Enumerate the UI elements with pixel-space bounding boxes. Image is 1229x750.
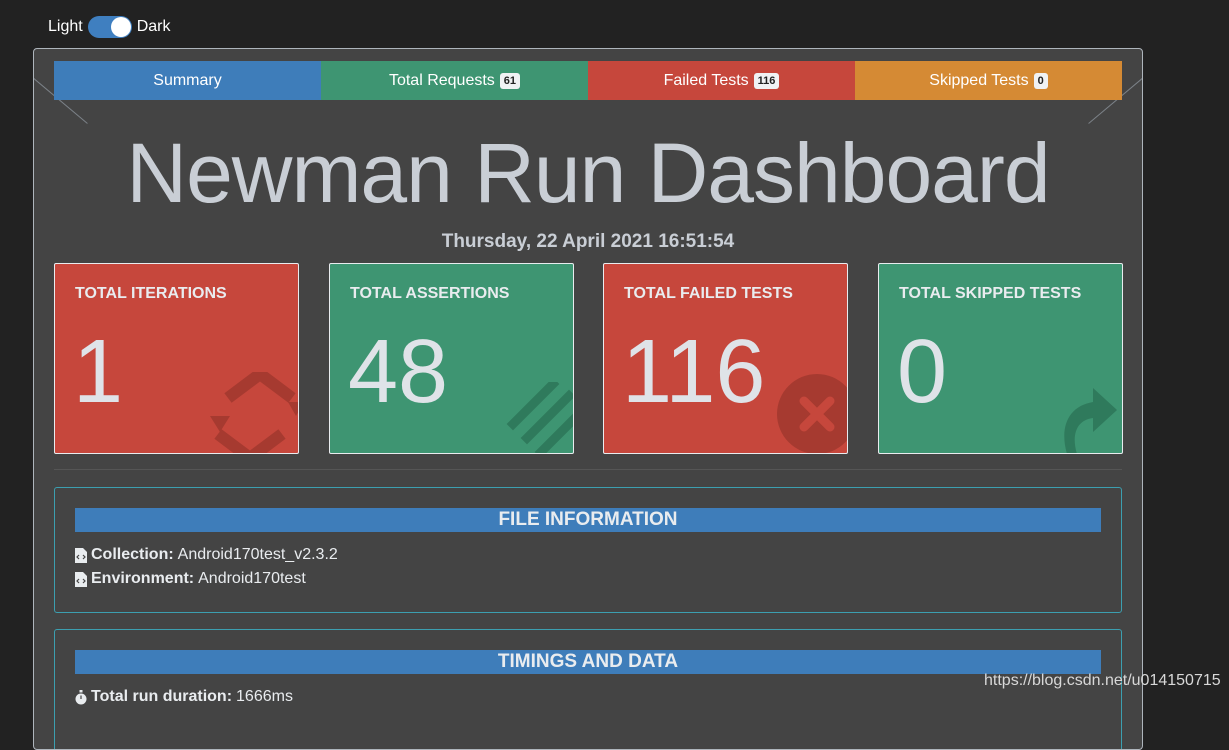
dashboard-card: Summary Total Requests 61 Failed Tests 1…	[33, 48, 1143, 750]
list-check-icon	[506, 382, 573, 453]
share-arrow-icon	[1064, 388, 1117, 453]
stat-total-assertions: TOTAL ASSERTIONS 48	[329, 263, 574, 454]
tab-failed-tests-label: Failed Tests	[663, 71, 749, 89]
stat-total-skipped-tests: TOTAL SKIPPED TESTS 0	[878, 263, 1123, 454]
watermark: https://blog.csdn.net/u014150715	[984, 672, 1221, 689]
file-information-panel: FILE INFORMATION Collection: Android170t…	[54, 487, 1122, 613]
stat-value: 0	[897, 322, 948, 422]
duration-row: Total run duration: 1666ms	[75, 688, 293, 706]
tab-skipped-tests-badge: 0	[1033, 72, 1048, 89]
stat-value: 48	[348, 322, 449, 422]
stat-value: 1	[73, 322, 124, 422]
page-title: Newman Run Dashboard	[126, 126, 1050, 220]
section-divider	[54, 469, 1122, 470]
tab-summary[interactable]: Summary	[54, 61, 321, 100]
tab-failed-tests-badge: 116	[753, 72, 780, 89]
stopwatch-icon	[75, 689, 87, 704]
timings-heading: TIMINGS AND DATA	[75, 650, 1101, 674]
light-label: Light	[48, 18, 83, 35]
tab-failed-tests[interactable]: Failed Tests 116	[588, 61, 855, 100]
run-date: Thursday, 22 April 2021 16:51:54	[441, 231, 735, 252]
tab-total-requests-label: Total Requests	[388, 71, 495, 89]
tab-total-requests-badge: 61	[499, 72, 521, 89]
environment-label: Environment:	[91, 570, 195, 587]
environment-value: Android170test	[198, 570, 306, 587]
stat-total-failed-tests: TOTAL FAILED TESTS 116	[603, 263, 848, 454]
refresh-icon	[210, 372, 298, 453]
stat-label: TOTAL SKIPPED TESTS	[899, 285, 1082, 302]
file-code-icon	[75, 547, 87, 563]
tab-total-requests[interactable]: Total Requests 61	[321, 61, 588, 100]
tab-bar: Summary Total Requests 61 Failed Tests 1…	[54, 61, 1122, 100]
tab-skipped-tests-label: Skipped Tests	[929, 71, 1029, 89]
tab-summary-label: Summary	[153, 71, 222, 89]
stat-value: 116	[622, 322, 766, 422]
file-code-icon	[75, 571, 87, 587]
stat-label: TOTAL ASSERTIONS	[350, 285, 510, 302]
theme-switch[interactable]	[87, 16, 132, 38]
dark-label: Dark	[136, 18, 171, 35]
collection-value: Android170test_v2.3.2	[177, 546, 338, 563]
times-circle-icon	[777, 374, 847, 453]
collection-label: Collection:	[91, 546, 174, 563]
stat-label: TOTAL ITERATIONS	[75, 285, 227, 302]
file-information-heading: FILE INFORMATION	[75, 508, 1101, 532]
stat-label: TOTAL FAILED TESTS	[624, 285, 793, 302]
tab-skipped-tests[interactable]: Skipped Tests 0	[855, 61, 1122, 100]
stat-total-iterations: TOTAL ITERATIONS 1	[54, 263, 299, 454]
environment-row: Environment: Android170test	[75, 570, 306, 588]
duration-value: 1666ms	[236, 688, 293, 705]
theme-toggle: Light Dark	[48, 14, 170, 40]
switch-knob	[110, 17, 131, 37]
duration-label: Total run duration:	[91, 688, 233, 705]
collection-row: Collection: Android170test_v2.3.2	[75, 546, 338, 564]
timings-panel: TIMINGS AND DATA Total run duration: 166…	[54, 629, 1122, 749]
